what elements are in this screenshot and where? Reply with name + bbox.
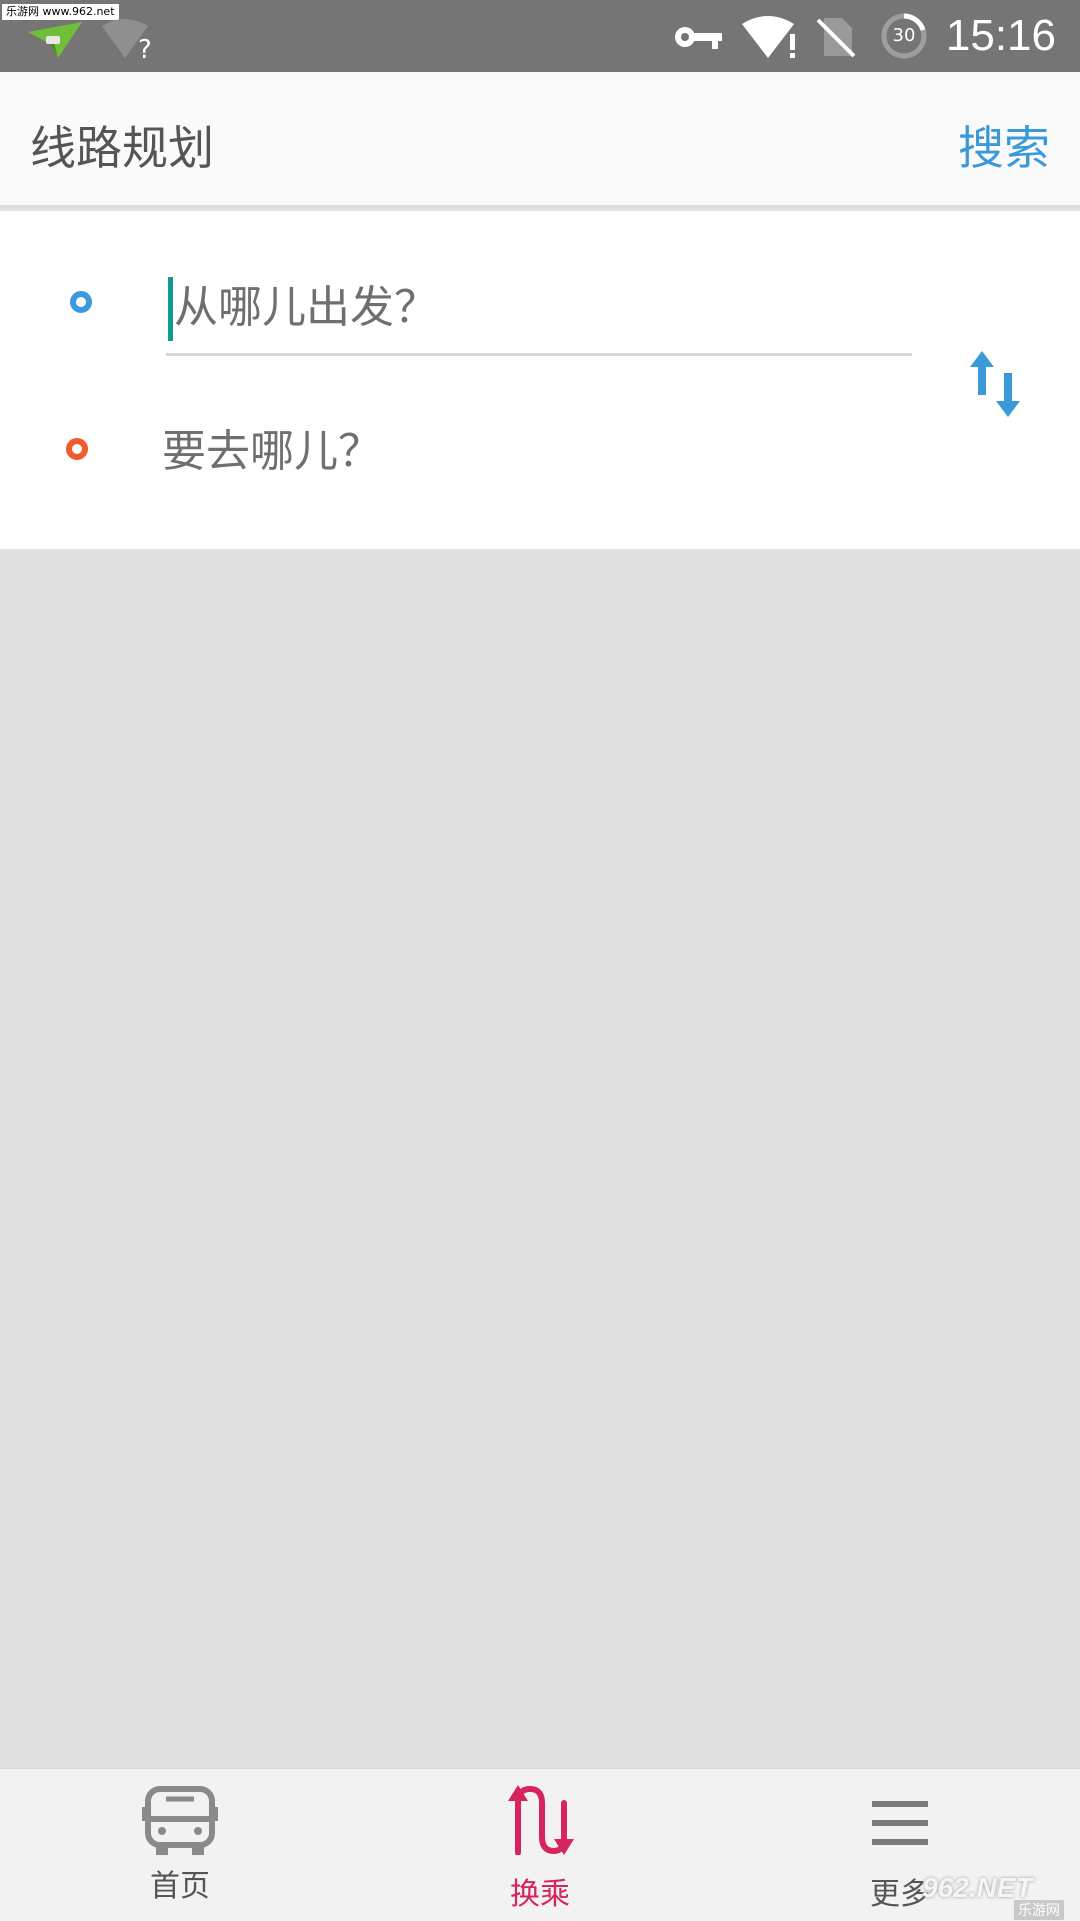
end-location-input[interactable]: 要去哪儿？: [162, 407, 908, 497]
text-cursor: [168, 277, 173, 341]
transfer-route-icon: [508, 1785, 574, 1855]
start-location-input[interactable]: 从哪儿出发？: [166, 263, 912, 356]
bottom-tab-bar: 首页 换乘 更多: [0, 1768, 1080, 1921]
tab-home-label: 首页: [150, 1869, 210, 1904]
end-location-placeholder: 要去哪儿？: [162, 426, 382, 477]
start-point-icon: [70, 291, 92, 313]
status-bar: 乐游网 www.962.net ? 30 15:16: [0, 0, 1080, 72]
start-location-placeholder: 从哪儿出发？: [174, 282, 438, 333]
no-sim-icon: [816, 18, 856, 58]
bus-icon: [142, 1786, 218, 1855]
route-input-card: 从哪儿出发？ 要去哪儿？: [0, 211, 1080, 549]
search-button[interactable]: 搜索: [958, 112, 1050, 178]
swap-locations-icon[interactable]: [968, 351, 1028, 417]
tab-home[interactable]: 首页: [110, 1769, 250, 1921]
vpn-key-icon: [675, 27, 722, 49]
tab-transfer[interactable]: 换乘: [470, 1769, 610, 1921]
page-title: 线路规划: [30, 121, 214, 175]
watermark-logo: 962.NET 乐游网: [922, 1872, 1072, 1920]
end-point-icon: [66, 438, 88, 460]
svg-text:?: ?: [138, 35, 152, 60]
watermark-sub: 乐游网: [1014, 1900, 1064, 1920]
wifi-alert-icon: [742, 16, 795, 58]
menu-icon: [872, 1801, 928, 1845]
battery-level: 30: [892, 25, 916, 46]
app-notification-icon: [28, 22, 82, 58]
tab-transfer-label: 换乘: [510, 1877, 570, 1912]
wifi-unknown-icon: ?: [102, 19, 152, 60]
app-bar: 线路规划 搜索: [0, 72, 1080, 208]
clock: 15:16: [945, 11, 1056, 60]
